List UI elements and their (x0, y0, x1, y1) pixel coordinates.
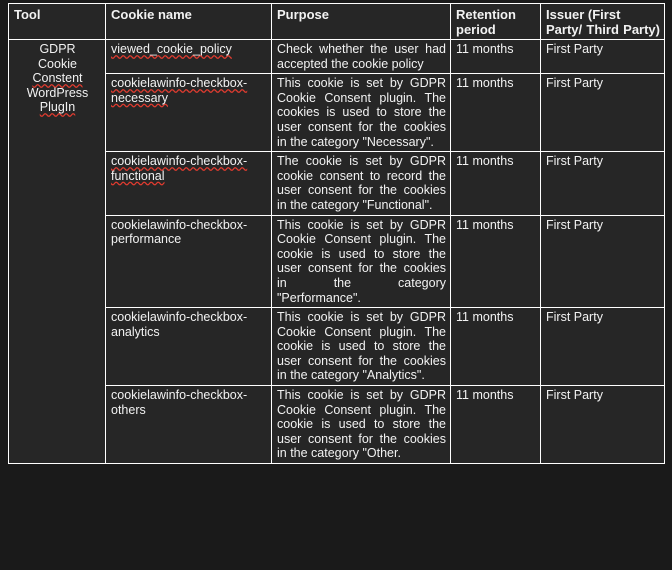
issuer-cell: First Party (540, 307, 665, 387)
tool-line-wordpress: WordPress (26, 85, 89, 100)
table-row: cookielawinfo-checkbox-analytics This co… (9, 307, 665, 387)
issuer-cell: First Party (540, 38, 665, 75)
cookie-name-text: cookielawinfo-checkbox-analytics (111, 310, 248, 339)
column-header-retention-period: Retention period (450, 3, 541, 40)
cookie-name-cell: cookielawinfo-checkbox-performance (105, 214, 272, 309)
column-header-tool: Tool (8, 3, 106, 40)
table-row: cookielawinfo-checkbox-functional The co… (9, 151, 665, 216)
purpose-cell: This cookie is set by GDPR Cookie Consen… (271, 73, 451, 153)
cookie-name-text: viewed_cookie_policy (111, 42, 232, 56)
page-root: Tool Cookie name Purpose Retention perio… (0, 0, 672, 570)
retention-period-cell: 11 months (450, 38, 541, 75)
cookie-name-cell: cookielawinfo-checkbox-analytics (105, 307, 272, 387)
cookie-policy-table: Tool Cookie name Purpose Retention perio… (8, 3, 665, 465)
cookie-name-cell: cookielawinfo-checkbox-others (105, 385, 272, 465)
cookie-name-cell: viewed_cookie_policy (105, 38, 272, 75)
cookie-name-text: cookielawinfo-checkbox-functional (111, 154, 248, 183)
table-header: Tool Cookie name Purpose Retention perio… (8, 3, 665, 40)
issuer-cell: First Party (540, 73, 665, 153)
column-header-purpose: Purpose (271, 3, 451, 40)
cookie-name-cell: cookielawinfo-checkbox-necessary (105, 73, 272, 153)
column-header-issuer-text: Issuer (First Party/ Third Party) (546, 7, 660, 37)
column-header-issuer: Issuer (First Party/ Third Party) (540, 3, 665, 40)
issuer-cell: First Party (540, 214, 665, 309)
column-header-cookie-name: Cookie name (105, 3, 272, 40)
purpose-cell: This cookie is set by GDPR Cookie Consen… (271, 214, 451, 309)
table-row: cookielawinfo-checkbox-others This cooki… (9, 385, 665, 465)
retention-period-cell: 11 months (450, 73, 541, 153)
tool-line-constent: Constent (32, 71, 83, 86)
header-row: Tool Cookie name Purpose Retention perio… (8, 3, 665, 40)
table-row: cookielawinfo-checkbox-necessary This co… (9, 73, 665, 153)
cookie-name-text: cookielawinfo-checkbox-necessary (111, 76, 248, 105)
purpose-cell: Check whether the user had accepted the … (271, 38, 451, 75)
table-body: GDPR Cookie Constent WordPress PlugIn vi… (8, 38, 665, 465)
tool-line-cookie: Cookie (38, 56, 77, 71)
issuer-cell: First Party (540, 151, 665, 216)
tool-line-gdpr: GDPR (39, 42, 76, 56)
retention-period-cell: 11 months (450, 307, 541, 387)
purpose-cell: This cookie is set by GDPR Cookie Consen… (271, 307, 451, 387)
cookie-name-text: cookielawinfo-checkbox-performance (111, 217, 248, 247)
table-row: GDPR Cookie Constent WordPress PlugIn vi… (8, 38, 665, 465)
cookie-name-text: cookielawinfo-checkbox-others (111, 388, 248, 417)
purpose-cell: This cookie is set by GDPR Cookie Consen… (271, 385, 451, 465)
retention-period-cell: 11 months (450, 385, 541, 465)
purpose-cell: The cookie is set by GDPR cookie consent… (271, 151, 451, 216)
tool-cell: GDPR Cookie Constent WordPress PlugIn (8, 38, 106, 465)
table-row: cookielawinfo-checkbox-performance This … (9, 214, 665, 309)
cookie-name-cell: cookielawinfo-checkbox-functional (105, 151, 272, 216)
retention-period-cell: 11 months (450, 151, 541, 216)
tool-line-plugin: PlugIn (39, 100, 76, 115)
retention-period-cell: 11 months (450, 214, 541, 309)
issuer-cell: First Party (540, 385, 665, 465)
